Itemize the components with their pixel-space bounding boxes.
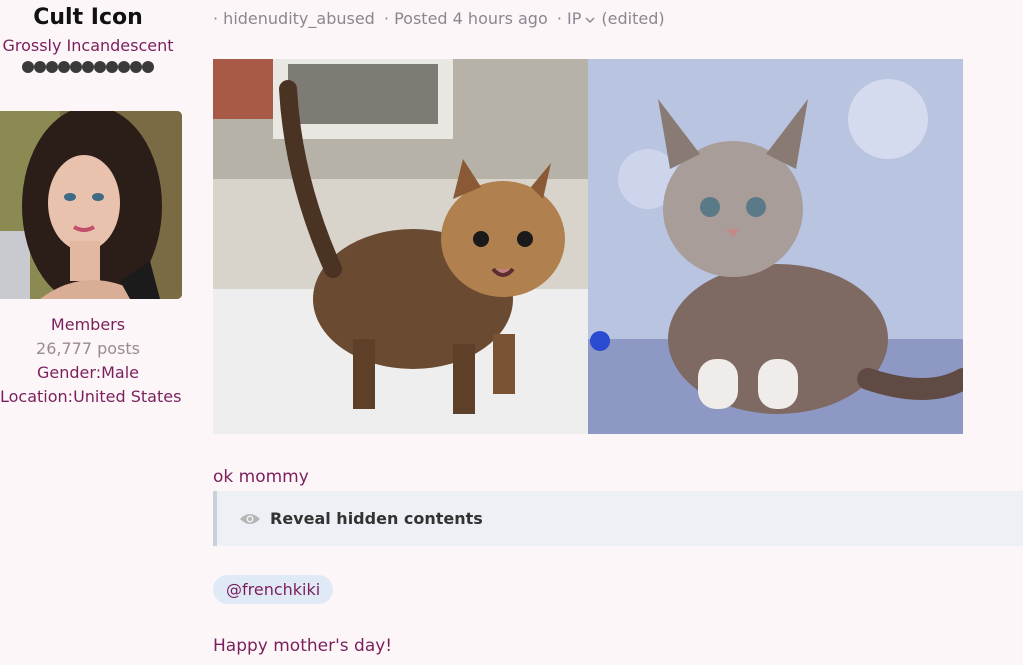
kitten-tabby-image[interactable] [213, 59, 588, 434]
reply-text: ok mommy [213, 467, 309, 487]
kitten-fluffy-image[interactable] [588, 59, 963, 434]
author-title: Grossly Incandescent [2, 36, 174, 55]
edited-label[interactable]: (edited) [601, 9, 664, 28]
rank-dot [70, 61, 82, 73]
rank-dot [46, 61, 58, 73]
ip-link[interactable]: · IP [557, 9, 582, 28]
post-count: 26,777 posts [36, 339, 140, 358]
avatar[interactable] [0, 111, 182, 299]
author-name[interactable]: Cult Icon [0, 5, 176, 31]
eye-icon [240, 513, 260, 524]
rank-dot [58, 61, 70, 73]
rank-dot [94, 61, 106, 73]
author-meta: Members 26,777 posts Gender:Male Locatio… [0, 313, 182, 409]
rank-dot [130, 61, 142, 73]
spoiler-label: Reveal hidden contents [270, 509, 483, 528]
rank-dots [0, 61, 176, 73]
closing-text: Happy mother's day! [213, 636, 393, 656]
rank-dot [22, 61, 34, 73]
mention-link[interactable]: @frenchkiki [213, 575, 334, 604]
location-field: Location:United States [0, 387, 182, 406]
rank-dot [142, 61, 154, 73]
post-header: · hidenudity_abused · Posted 4 hours ago… [213, 8, 669, 30]
rank-dot [106, 61, 118, 73]
rank-dot [118, 61, 130, 73]
post-timestamp[interactable]: · Posted 4 hours ago [384, 9, 548, 28]
member-group: Members [50, 315, 126, 334]
post-username[interactable]: · hidenudity_abused [213, 9, 375, 28]
gender-field: Gender:Male [37, 363, 139, 382]
author-panel: Cult Icon Grossly Incandescent [0, 0, 176, 73]
spoiler-toggle[interactable]: Reveal hidden contents [213, 491, 1023, 546]
rank-dot [34, 61, 46, 73]
rank-dot [82, 61, 94, 73]
chevron-down-icon[interactable] [585, 15, 595, 25]
post-image-pair [213, 59, 963, 434]
